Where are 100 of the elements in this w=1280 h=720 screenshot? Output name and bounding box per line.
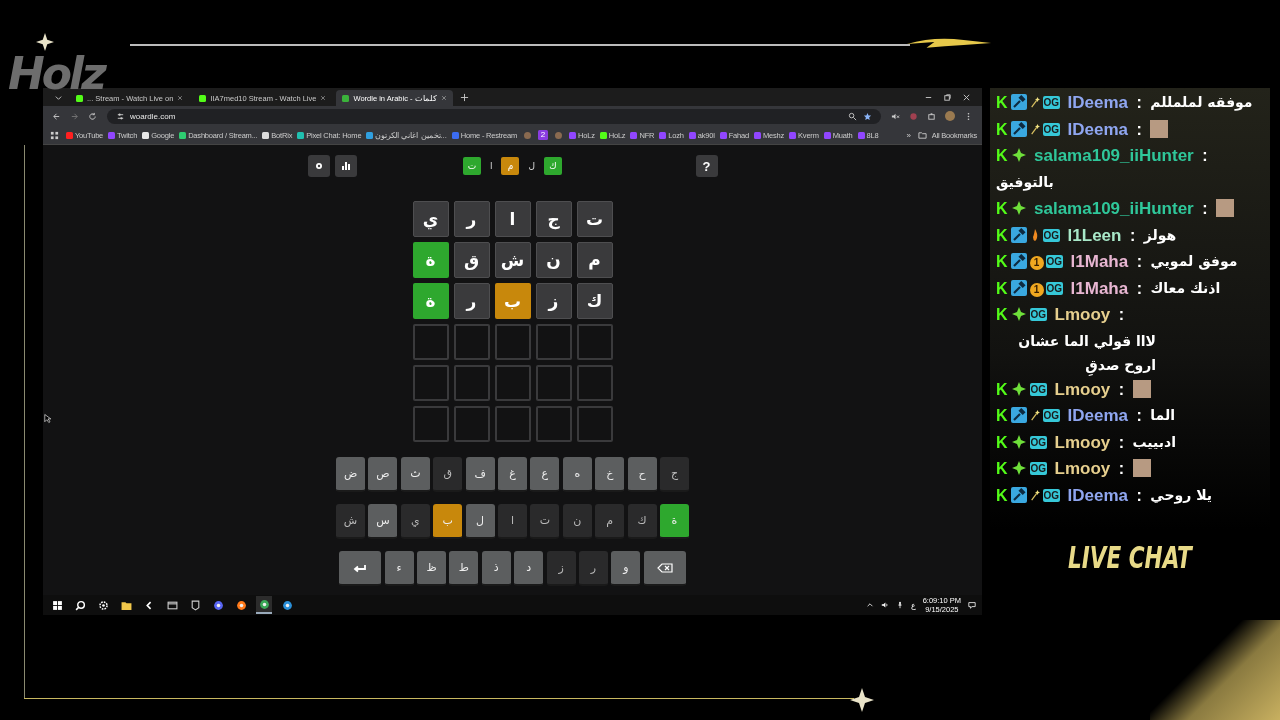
more-bookmarks-button[interactable]: »	[906, 130, 911, 140]
chat-message: ادبييب	[1132, 432, 1177, 452]
close-icon[interactable]	[320, 95, 327, 101]
back-icon[interactable]	[52, 111, 61, 121]
bookmark-avatar-icon[interactable]	[555, 131, 562, 139]
star-icon[interactable]	[863, 111, 872, 121]
og-badge: OG	[1042, 488, 1061, 502]
chat-username[interactable]: l1Maha	[1070, 252, 1129, 271]
key[interactable]: ح	[627, 457, 657, 492]
speaker-icon[interactable]	[880, 601, 889, 609]
chat-message: لااا قولي الما عشان اروح صدقِ	[996, 328, 1156, 377]
chat-username[interactable]: salama109_iiHunter	[1034, 146, 1194, 165]
og-badge: OG	[1042, 96, 1061, 109]
chat-username[interactable]: IDeema	[1067, 93, 1129, 112]
key[interactable]: ص	[368, 457, 398, 492]
key[interactable]: ش	[336, 504, 366, 539]
key[interactable]: ك	[627, 504, 657, 539]
hammer-badge-icon	[1010, 407, 1027, 423]
platform-logo: K	[996, 433, 1008, 451]
key[interactable]: ا	[498, 504, 527, 539]
settings-button[interactable]	[307, 155, 330, 177]
site-settings-icon[interactable]	[116, 111, 125, 121]
star-icon	[850, 688, 874, 712]
key[interactable]: ز	[546, 551, 576, 586]
close-icon[interactable]	[962, 92, 971, 102]
address-bar[interactable]: woardle.com	[107, 108, 881, 124]
enter-icon	[353, 562, 368, 573]
key[interactable]: ض	[336, 457, 366, 492]
key[interactable]: د	[514, 551, 544, 586]
key[interactable]: ت	[530, 504, 560, 539]
key[interactable]: ق	[433, 457, 463, 492]
key[interactable]: ن	[562, 504, 592, 539]
enter-key[interactable]	[339, 551, 382, 586]
profile-avatar[interactable]	[945, 111, 955, 121]
hammer-badge-icon	[1010, 486, 1027, 503]
forward-icon[interactable]	[70, 111, 79, 121]
key[interactable]: ء	[384, 551, 414, 586]
chat-username[interactable]: Lmooy	[1054, 379, 1111, 399]
muted-speaker-icon[interactable]	[891, 111, 900, 121]
separator-colon: :	[1118, 433, 1125, 451]
windows-logo-icon	[51, 599, 63, 611]
key[interactable]: م	[595, 504, 625, 539]
key[interactable]: ل	[465, 504, 495, 539]
notification-icon[interactable]	[968, 601, 976, 609]
letter-tile: م	[576, 242, 613, 278]
diamond-badge-icon	[1010, 380, 1027, 397]
chat-username[interactable]: Lmooy	[1054, 305, 1111, 324]
backspace-key[interactable]	[643, 551, 686, 586]
key[interactable]: ج	[659, 457, 689, 492]
diamond-badge-icon	[1010, 460, 1027, 476]
bookmark-avatar-icon[interactable]	[524, 131, 531, 139]
platform-logo: K	[996, 380, 1008, 398]
puzzle-icon[interactable]	[927, 111, 936, 121]
key[interactable]: ف	[465, 457, 495, 492]
chat-username[interactable]: IDeema	[1067, 485, 1129, 505]
language-indicator[interactable]: ع	[910, 600, 916, 610]
logo-letter: ل	[528, 161, 536, 171]
zoom-icon[interactable]	[848, 111, 857, 121]
subscriber-badge: 1	[1029, 256, 1044, 270]
round-app-icon	[281, 599, 293, 611]
separator-colon: :	[1118, 380, 1125, 398]
key[interactable]: ر	[579, 551, 608, 586]
letter-tile: ج	[535, 201, 572, 237]
diamond-badge-icon	[1010, 306, 1027, 322]
key[interactable]: ث	[400, 457, 430, 492]
key[interactable]: ع	[530, 457, 560, 492]
key[interactable]: و	[611, 551, 641, 586]
key[interactable]: خ	[595, 457, 625, 492]
taskbar-app[interactable]	[256, 596, 272, 614]
chat-username[interactable]: IDeema	[1067, 406, 1129, 425]
og-badge: OG	[1045, 281, 1064, 295]
key[interactable]: ذ	[481, 551, 511, 586]
new-tab-icon[interactable]	[459, 92, 469, 102]
chat-username[interactable]: l1Leen	[1067, 225, 1122, 245]
help-button[interactable]: ?	[695, 155, 718, 177]
chat-username[interactable]: salama109_iiHunter	[1034, 199, 1194, 218]
bookmark[interactable]: 2	[537, 130, 549, 140]
chat-username[interactable]: l1Maha	[1070, 278, 1129, 298]
letter-tile: ت	[576, 201, 613, 237]
stats-button[interactable]	[334, 155, 357, 177]
separator-colon: :	[1118, 460, 1125, 477]
letter-tile: ر	[453, 201, 490, 237]
key[interactable]: ط	[449, 551, 479, 586]
window-icon	[166, 599, 178, 611]
platform-logo: K	[996, 200, 1008, 217]
chat-username[interactable]: Lmooy	[1054, 432, 1111, 452]
close-icon[interactable]	[177, 95, 184, 101]
chat-username[interactable]: Lmooy	[1054, 459, 1111, 478]
restore-icon[interactable]	[943, 92, 952, 102]
platform-logo: K	[996, 147, 1008, 164]
key[interactable]: ي	[400, 504, 430, 539]
caret-up-icon[interactable]	[865, 601, 874, 609]
microphone-icon[interactable]	[895, 601, 904, 609]
reload-icon[interactable]	[88, 111, 97, 121]
key[interactable]: ه	[562, 457, 592, 492]
chat-username[interactable]: IDeema	[1067, 119, 1129, 139]
apps-grid-icon[interactable]	[50, 130, 59, 140]
key[interactable]: ظ	[417, 551, 447, 586]
key[interactable]: غ	[498, 457, 527, 492]
key[interactable]: س	[368, 504, 398, 539]
